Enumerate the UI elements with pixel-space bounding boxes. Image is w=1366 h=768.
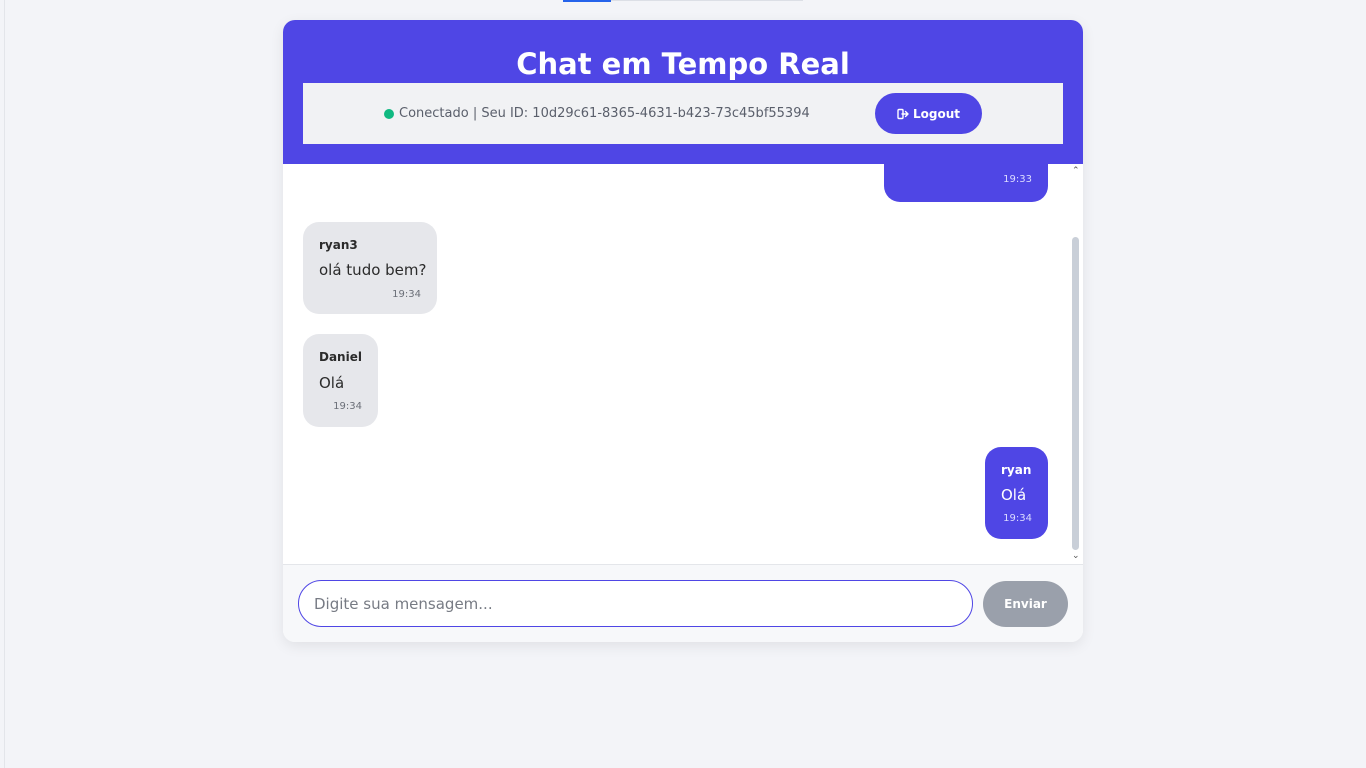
send-label: Enviar [1004,597,1047,611]
message-list[interactable]: 19:33 ryan3 olá tudo bem? 19:34 Daniel O… [283,164,1083,564]
chat-title: Chat em Tempo Real [516,47,850,81]
message-username: ryan3 [319,238,358,252]
message-composer: Enviar [283,564,1083,642]
message-time: 19:34 [333,401,362,412]
message-bubble-incoming: Daniel Olá 19:34 [303,334,378,427]
message-bubble-outgoing: ryan Olá 19:34 [985,447,1048,539]
online-status-dot-icon [384,109,394,119]
page-left-divider [4,0,5,768]
message-username: Daniel [319,350,362,364]
message-time: 19:34 [392,289,421,300]
message-time: 19:34 [1003,513,1032,524]
message-text: olá tudo bem? [319,261,427,279]
message-list-scrollbar[interactable]: ⌃ ⌄ [1069,164,1083,564]
message-text: Olá [319,374,345,392]
top-tab-active-indicator [563,0,611,2]
logout-label: Logout [912,106,960,121]
message-time: 19:33 [1003,174,1032,185]
connection-status-text: Conectado | Seu ID: 10d29c61-8365-4631-b… [399,106,810,121]
chat-header: Chat em Tempo Real Conectado | Seu ID: 1… [283,20,1083,164]
message-text: Olá [1001,486,1027,504]
chat-container: Chat em Tempo Real Conectado | Seu ID: 1… [283,20,1083,642]
scroll-down-arrow-icon[interactable]: ⌄ [1072,550,1080,562]
send-button[interactable]: Enviar [983,581,1068,627]
message-bubble-outgoing: 19:33 [884,164,1048,202]
message-username: ryan [1001,463,1032,477]
logout-button[interactable]: Logout [875,93,982,134]
scroll-up-arrow-icon[interactable]: ⌃ [1072,165,1080,177]
message-bubble-incoming: ryan3 olá tudo bem? 19:34 [303,222,437,314]
connection-status-bar: Conectado | Seu ID: 10d29c61-8365-4631-b… [303,83,1063,144]
scrollbar-thumb[interactable] [1072,237,1079,550]
message-input[interactable] [298,580,973,627]
sign-out-icon [897,108,909,119]
